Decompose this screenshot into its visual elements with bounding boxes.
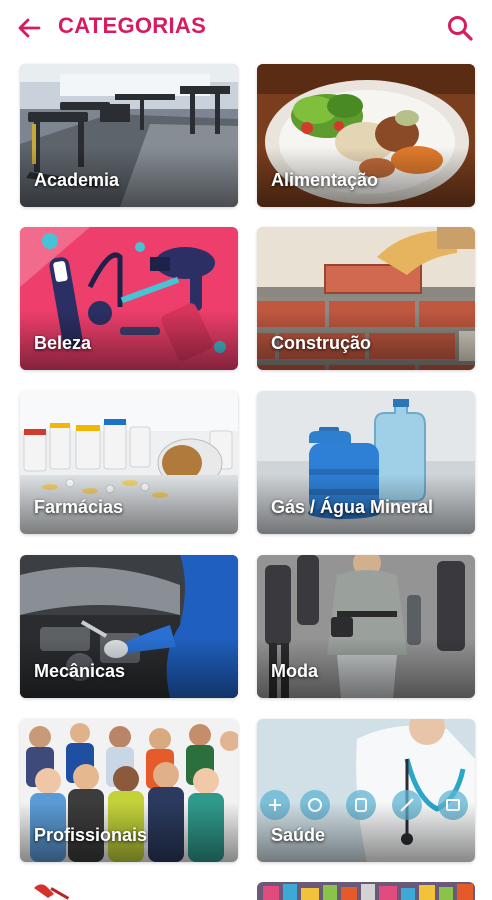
category-label: Alimentação <box>271 170 379 190</box>
category-label: Construção <box>271 333 372 353</box>
category-card-gas-agua[interactable]: Gás / Água Mineral <box>257 391 475 534</box>
category-label: Beleza <box>34 333 92 353</box>
category-card-construcao[interactable]: Construção <box>257 227 475 370</box>
category-label: Academia <box>34 170 120 190</box>
card-peek-image <box>257 882 475 900</box>
category-card-peek[interactable] <box>20 882 238 900</box>
category-card-mecanicas[interactable]: Mecânicas <box>20 555 238 698</box>
category-label: Farmácias <box>34 497 124 517</box>
category-card-saude[interactable]: Saúde <box>257 719 475 862</box>
category-card-alimentacao[interactable]: Alimentação <box>257 64 475 207</box>
categories-screen: CATEGORIAS Academia Alimentação Beleza C… <box>0 0 492 900</box>
category-label: Saúde <box>271 825 326 845</box>
category-grid: Academia Alimentação Beleza Construção F… <box>0 0 492 900</box>
category-card-beleza[interactable]: Beleza <box>20 227 238 370</box>
category-label: Moda <box>271 661 318 681</box>
card-peek-image <box>20 882 238 900</box>
category-card-farmacias[interactable]: Farmácias <box>20 391 238 534</box>
category-label: Mecânicas <box>34 661 126 681</box>
category-card-profissionais[interactable]: Profissionais <box>20 719 238 862</box>
category-label: Gás / Água Mineral <box>271 497 434 517</box>
category-card-peek[interactable] <box>257 882 475 900</box>
category-card-moda[interactable]: Moda <box>257 555 475 698</box>
category-label: Profissionais <box>34 825 148 845</box>
category-card-academia[interactable]: Academia <box>20 64 238 207</box>
